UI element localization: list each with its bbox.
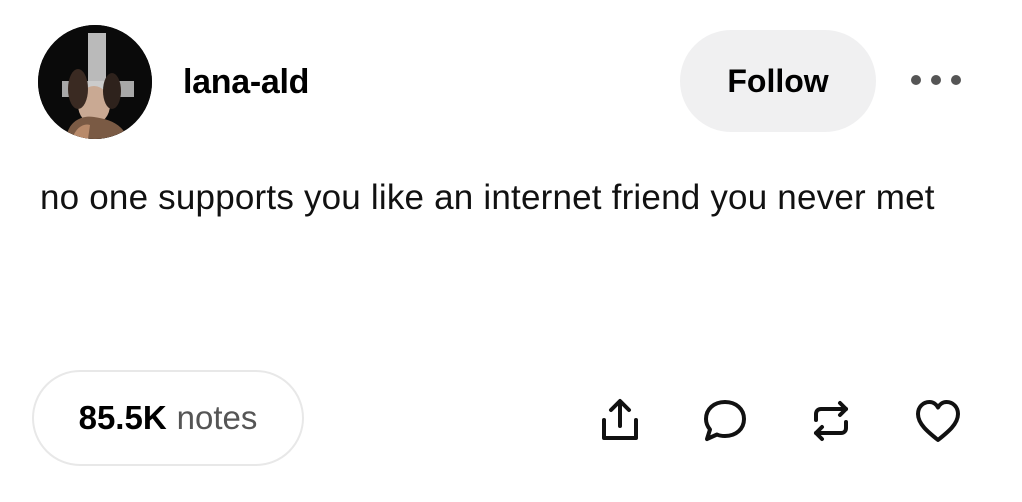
more-options-button[interactable]	[905, 60, 967, 100]
reply-button[interactable]	[697, 393, 753, 449]
post-body-text: no one supports you like an internet fri…	[40, 178, 935, 217]
notes-count: 85.5K	[78, 399, 167, 436]
post-card: lana-ald Follow no one supports you like…	[0, 0, 1022, 502]
share-icon	[602, 399, 638, 440]
avatar[interactable]	[38, 25, 152, 139]
heart-icon	[916, 400, 960, 442]
reblog-icon	[814, 401, 848, 441]
more-horizontal-icon	[911, 75, 961, 85]
follow-button[interactable]: Follow	[680, 30, 876, 132]
post-username[interactable]: lana-ald	[183, 62, 309, 102]
notes-button[interactable]: 85.5K notes	[32, 370, 304, 466]
reblog-button[interactable]	[803, 393, 859, 449]
notes-label: notes	[176, 399, 258, 436]
share-button[interactable]	[592, 393, 648, 449]
reply-icon	[704, 400, 746, 441]
avatar-image	[38, 25, 152, 139]
like-button[interactable]	[910, 393, 966, 449]
